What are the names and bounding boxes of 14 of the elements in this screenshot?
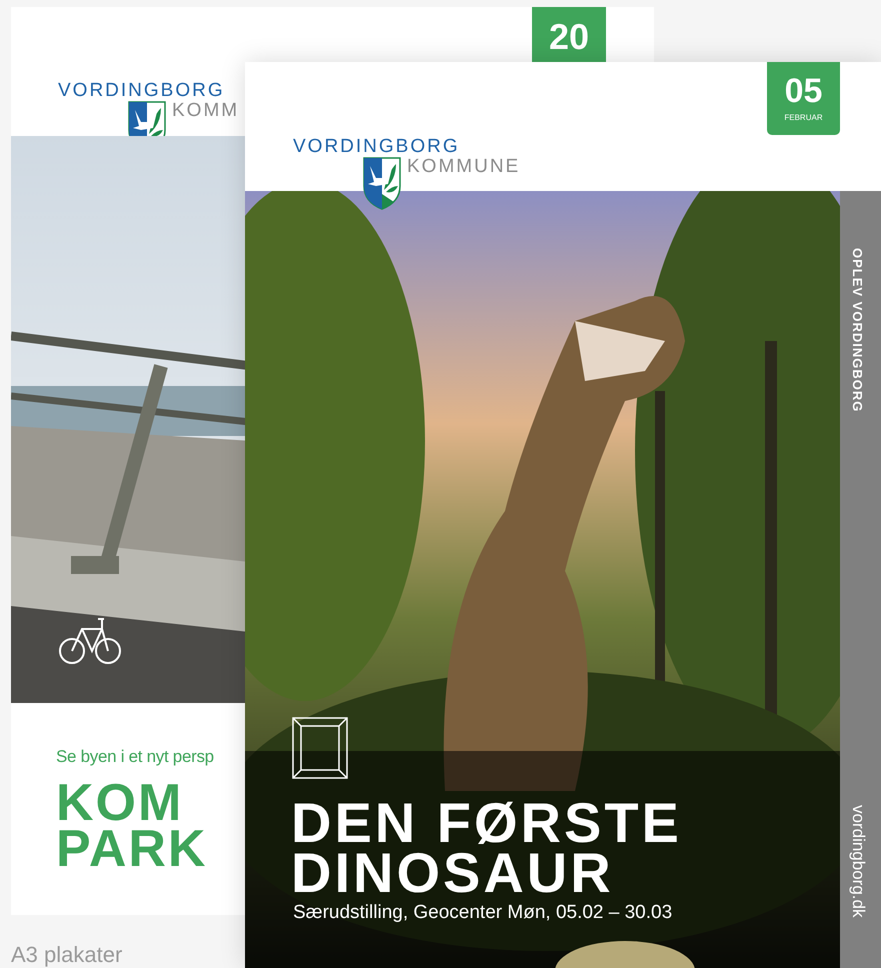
shield-icon — [362, 156, 402, 210]
date-day: 05 — [784, 74, 822, 108]
caption: A3 plakater — [11, 944, 122, 966]
date-month: FEBRUAR — [784, 114, 823, 122]
poster-tagline: Se byen i et nyt persp — [56, 748, 214, 765]
logo-wordmark: VORDINGBORG — [58, 81, 226, 100]
side-label: OPLEV VORDINGBORG — [851, 248, 864, 412]
logo-wordmark: VORDINGBORG — [293, 137, 461, 156]
poster-subtitle: Særudstilling, Geocenter Møn, 05.02 – 30.03 — [293, 903, 672, 922]
date-day: 20 — [548, 19, 590, 67]
frame-icon — [292, 717, 348, 779]
website-label: vordingborg.dk — [850, 805, 867, 918]
logo-subtitle: KOMMUNE — [407, 157, 520, 176]
logo-subtitle: KOMM — [172, 101, 240, 120]
